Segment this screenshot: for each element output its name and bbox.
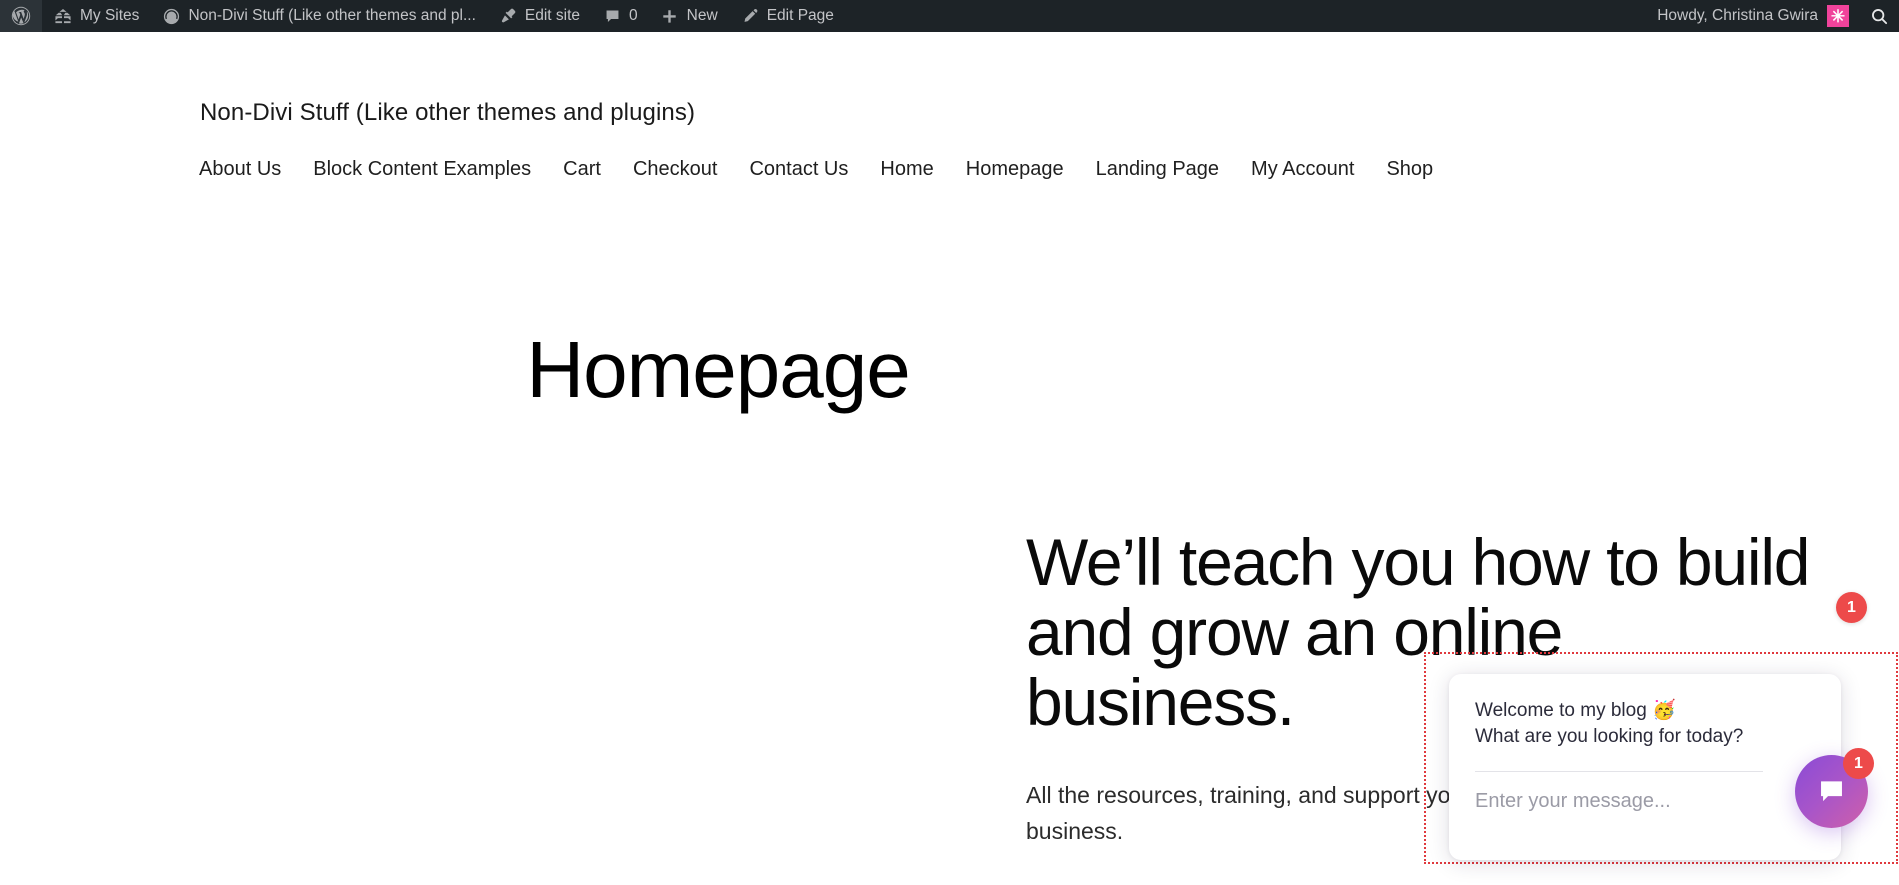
- nav-item-checkout[interactable]: Checkout: [617, 158, 734, 181]
- admin-bar-edit-site[interactable]: Edit site: [487, 0, 591, 32]
- admin-bar-site-name-label: Non-Divi Stuff (Like other themes and pl…: [188, 7, 476, 24]
- wordpress-logo-icon: [11, 6, 31, 26]
- page-title: Homepage: [526, 325, 910, 414]
- primary-navigation: About Us Block Content Examples Cart Che…: [199, 158, 1449, 181]
- nav-item-my-account[interactable]: My Account: [1235, 158, 1370, 181]
- nav-item-home[interactable]: Home: [864, 158, 949, 181]
- admin-bar-my-sites[interactable]: My Sites: [42, 0, 150, 32]
- admin-bar-my-sites-label: My Sites: [80, 7, 140, 24]
- admin-bar-comments[interactable]: 0: [591, 0, 649, 32]
- admin-bar-edit-page[interactable]: Edit Page: [729, 0, 845, 32]
- chat-bubble-icon: [1816, 776, 1847, 807]
- plus-icon: [660, 6, 680, 26]
- admin-bar-edit-page-label: Edit Page: [766, 7, 834, 24]
- chat-message-input[interactable]: [1475, 789, 1775, 813]
- pencil-icon: [740, 6, 760, 26]
- admin-bar-new[interactable]: New: [649, 0, 729, 32]
- admin-bar-howdy-label: Howdy, Christina Gwira: [1657, 7, 1818, 24]
- nav-item-about-us[interactable]: About Us: [199, 158, 297, 181]
- nav-item-shop[interactable]: Shop: [1370, 158, 1449, 181]
- chat-divider: [1475, 770, 1763, 772]
- nav-item-block-content-examples[interactable]: Block Content Examples: [297, 158, 547, 181]
- chat-panel: Welcome to my blog 🥳 What are you lookin…: [1449, 674, 1841, 860]
- site-title[interactable]: Non-Divi Stuff (Like other themes and pl…: [200, 99, 695, 127]
- admin-bar-site-name[interactable]: Non-Divi Stuff (Like other themes and pl…: [150, 0, 486, 32]
- admin-bar-right-group: Howdy, Christina Gwira ✳: [1643, 0, 1899, 32]
- admin-bar-edit-site-label: Edit site: [524, 7, 581, 24]
- nav-item-landing-page[interactable]: Landing Page: [1080, 158, 1235, 181]
- admin-bar-comments-count: 0: [629, 7, 638, 24]
- admin-bar-howdy[interactable]: Howdy, Christina Gwira ✳: [1643, 0, 1859, 32]
- nav-item-homepage[interactable]: Homepage: [950, 158, 1080, 181]
- chat-greeting-message: Welcome to my blog 🥳 What are you lookin…: [1475, 700, 1744, 747]
- admin-bar-search-button[interactable]: [1859, 0, 1899, 32]
- nav-item-cart[interactable]: Cart: [547, 158, 617, 181]
- dashboard-gauge-icon: [161, 6, 181, 26]
- sites-icon: [53, 6, 73, 26]
- nav-item-contact-us[interactable]: Contact Us: [733, 158, 864, 181]
- launcher-notification-badge: 1: [1843, 748, 1874, 779]
- admin-bar-new-label: New: [686, 7, 718, 24]
- wp-admin-bar: My Sites Non-Divi Stuff (Like other them…: [0, 0, 1899, 32]
- chat-launcher-button[interactable]: 1: [1795, 748, 1874, 828]
- avatar: ✳: [1827, 5, 1849, 27]
- admin-bar-wordpress-logo[interactable]: [0, 0, 42, 32]
- comment-bubble-icon: [602, 6, 622, 26]
- search-icon: [1869, 6, 1889, 26]
- floating-notification-badge[interactable]: 1: [1836, 592, 1867, 623]
- paintbrush-icon: [498, 6, 518, 26]
